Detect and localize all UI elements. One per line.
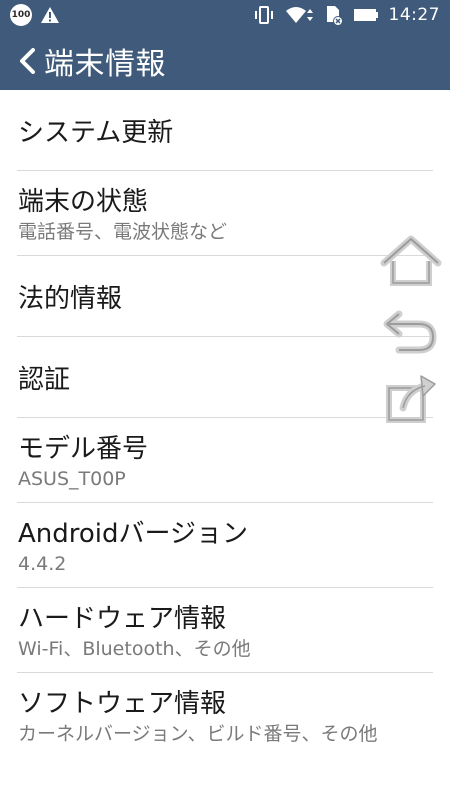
list-item-device-status[interactable]: 端末の状態 電話番号、電波状態など [17, 171, 433, 256]
list-item-title: ハードウェア情報 [18, 604, 227, 634]
status-bar-left: 100 [10, 4, 60, 26]
status-time: 14:27 [388, 5, 440, 25]
list-item-title: 端末の状態 [18, 187, 149, 217]
list-item-system-update[interactable]: システム更新 [17, 90, 433, 171]
wifi-icon [285, 5, 315, 25]
action-bar: 端末情報 [0, 32, 450, 90]
battery-level-badge: 100 [10, 4, 32, 26]
list-item-title: モデル番号 [18, 434, 149, 464]
battery-icon [353, 7, 379, 23]
home-icon [380, 235, 442, 287]
status-bar: 100 14:27 [0, 0, 450, 32]
list-item-title: ソフトウェア情報 [18, 689, 227, 719]
list-item-subtitle: カーネルバージョン、ビルド番号、その他 [18, 723, 378, 745]
list-item-certification[interactable]: 認証 [17, 337, 433, 418]
list-item-subtitle: Wi-Fi、Bluetooth、その他 [18, 638, 251, 660]
status-bar-right: 14:27 [253, 4, 441, 26]
list-item-subtitle: ASUS_T00P [18, 468, 126, 490]
floating-back-button[interactable] [380, 305, 442, 357]
page-title: 端末情報 [44, 47, 166, 82]
list-item-subtitle: 電話番号、電波状態など [18, 221, 228, 243]
back-arrow-icon[interactable] [12, 32, 42, 90]
list-item-title: システム更新 [18, 118, 174, 148]
settings-list: システム更新 端末の状態 電話番号、電波状態など 法的情報 認証 モデル番号 A… [0, 90, 450, 783]
list-item-hardware-info[interactable]: ハードウェア情報 Wi-Fi、Bluetooth、その他 [17, 588, 433, 673]
list-item-title: Androidバージョン [18, 519, 249, 549]
list-item-subtitle: 4.4.2 [18, 553, 67, 575]
list-item-legal-info[interactable]: 法的情報 [17, 256, 433, 337]
list-item-android-version[interactable]: Androidバージョン 4.4.2 [17, 503, 433, 588]
vibrate-icon [253, 5, 275, 25]
list-item-title: 認証 [18, 365, 71, 395]
list-item-title: 法的情報 [18, 284, 123, 314]
list-item-software-info[interactable]: ソフトウェア情報 カーネルバージョン、ビルド番号、その他 [17, 673, 433, 783]
warning-icon [40, 6, 60, 24]
sim-card-missing-icon [325, 4, 343, 26]
floating-home-button[interactable] [380, 232, 442, 290]
list-item-model-number[interactable]: モデル番号 ASUS_T00P [17, 418, 433, 503]
share-icon [383, 372, 439, 426]
undo-arrow-icon [383, 306, 439, 356]
floating-share-button[interactable] [380, 372, 442, 426]
